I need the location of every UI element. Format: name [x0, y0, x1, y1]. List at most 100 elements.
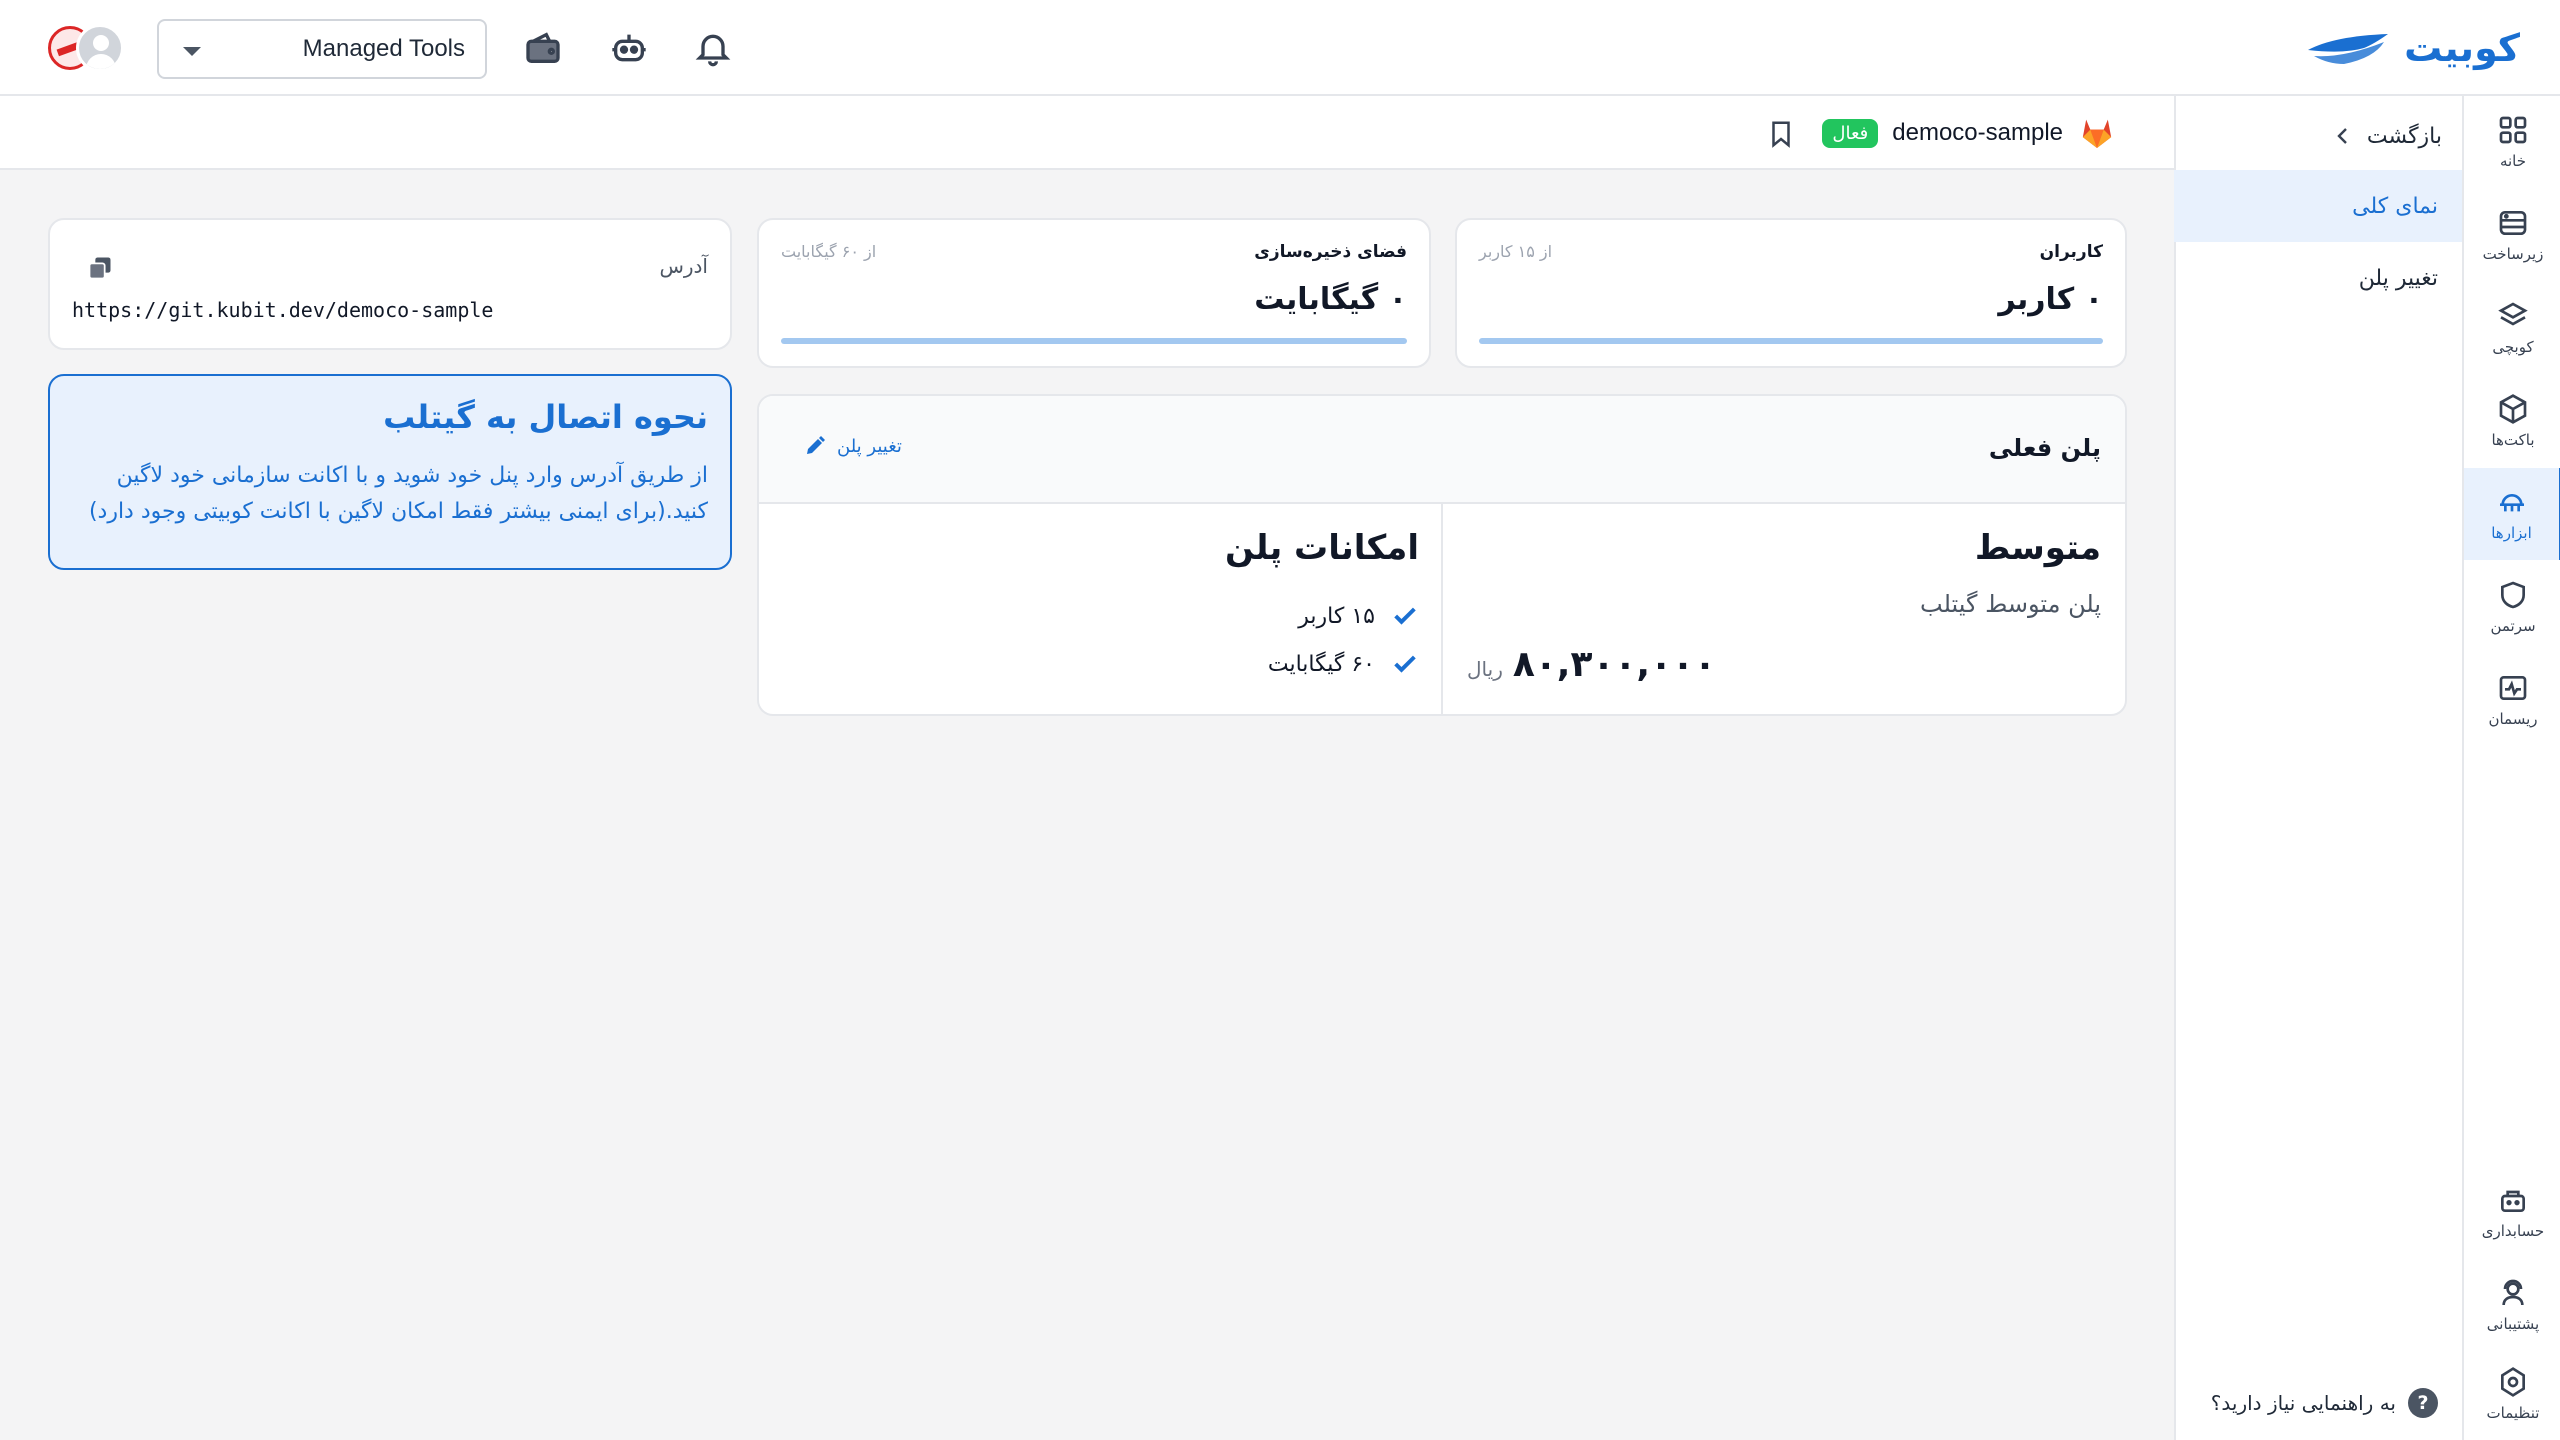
info-title: نحوه اتصال به گیتلب — [383, 398, 708, 436]
tool-submenu: بازگشت نمای کلی تغییر پلن ? به راهنمایی … — [2174, 96, 2462, 1440]
change-plan-button[interactable]: تغییر پلن — [803, 434, 902, 458]
avatar — [76, 24, 124, 72]
help-link[interactable]: ? به راهنمایی نیاز دارید؟ — [2211, 1388, 2438, 1418]
address-label: آدرس — [659, 254, 708, 278]
stat-limit: از ۱۵ کاربر — [1479, 242, 1553, 261]
server-icon — [2499, 211, 2527, 235]
bookmark-button[interactable] — [1766, 118, 1796, 150]
service-title: democo-sample فعال — [1822, 112, 2117, 154]
rail-item-risman[interactable]: ریسمان — [2464, 654, 2560, 746]
tools-icon — [2499, 494, 2524, 512]
service-name: democo-sample — [1892, 119, 2063, 146]
support-icon — [2502, 1279, 2524, 1306]
rail-item-label: پشتیبانی — [2486, 1315, 2540, 1333]
stat-value: ۰ گیگابایت — [1254, 282, 1407, 317]
address-card: آدرس https://git.kubit.dev/democo-sample — [48, 218, 732, 350]
rail-item-tools[interactable]: ابزارها — [2464, 468, 2560, 560]
rail-item-label: تنظیمات — [2486, 1404, 2540, 1422]
rail-item-label: ریسمان — [2488, 710, 2538, 728]
rail-item-home[interactable]: خانه — [2464, 96, 2560, 188]
pencil-icon — [807, 436, 825, 454]
rail-item-label: خانه — [2499, 152, 2527, 170]
service-subheader: democo-sample فعال — [0, 96, 2174, 170]
rail-item-label: سرتمن — [2490, 617, 2536, 635]
notifications-button[interactable] — [693, 28, 733, 68]
rail-item-label: باکت‌ها — [2491, 431, 2535, 449]
layers-icon — [2498, 302, 2528, 326]
plan-details: متوسط پلن متوسط گیتلب ۸۰,۳۰۰,۰۰۰ ریال — [1441, 504, 2125, 714]
assistant-button[interactable] — [609, 28, 649, 68]
features-title: امکانات پلن — [1224, 528, 1419, 568]
accounting-icon — [2501, 1190, 2525, 1212]
plan-name: متوسط — [1974, 528, 2101, 568]
top-header: کوبیت Managed Tools — [0, 0, 2560, 96]
rail-item-label: حسابداری — [2481, 1222, 2545, 1240]
question-icon: ? — [2408, 1388, 2438, 1418]
rail-item-buckets[interactable]: باکت‌ها — [2464, 375, 2560, 467]
copy-address-button[interactable] — [86, 254, 114, 282]
plan-header-title: پلن فعلی — [1988, 434, 2101, 462]
bookmark-icon — [1772, 121, 1790, 148]
submenu-item-overview[interactable]: نمای کلی — [2174, 170, 2462, 242]
organization-select-value: Managed Tools — [302, 35, 465, 62]
back-link[interactable]: بازگشت — [2331, 112, 2442, 160]
stat-value: ۰ کاربر — [1998, 282, 2103, 317]
plan-card-header: پلن فعلی تغییر پلن — [759, 396, 2125, 504]
rail-item-sartaman[interactable]: سرتمن — [2464, 561, 2560, 653]
price-currency: ریال — [1467, 657, 1503, 681]
rail-item-label: زیرساخت — [2482, 245, 2544, 263]
robot-icon — [612, 34, 646, 62]
submenu-item-label: تغییر پلن — [2358, 265, 2438, 291]
storage-progress-bar — [781, 338, 1407, 344]
wallet-button[interactable] — [523, 28, 563, 68]
rail-item-kubchi[interactable]: کوبچی — [2464, 282, 2560, 374]
pulse-icon — [2499, 676, 2527, 700]
shield-icon — [2501, 581, 2525, 609]
info-body: از طریق آدرس وارد پنل خود شوید و با اکان… — [88, 463, 708, 524]
home-grid-icon — [2499, 116, 2527, 144]
check-icon — [1394, 607, 1416, 625]
user-menu[interactable] — [48, 24, 124, 72]
rail-item-settings[interactable]: تنظیمات — [2464, 1348, 2560, 1440]
chevron-down-icon — [183, 47, 201, 56]
rail-item-infrastructure[interactable]: زیرساخت — [2464, 189, 2560, 281]
feature-label: ۱۵ کاربر — [1298, 603, 1375, 629]
gitlab-connection-info: نحوه اتصال به گیتلب از طریق آدرس وارد پن… — [48, 374, 732, 570]
rail-item-accounting[interactable]: حسابداری — [2464, 1166, 2560, 1258]
rail-item-support[interactable]: پشتیبانی — [2464, 1259, 2560, 1351]
rail-item-label: کوبچی — [2492, 338, 2534, 356]
bell-icon — [695, 34, 731, 67]
stat-limit: از ۶۰ گیگابایت — [781, 242, 877, 261]
feature-item: ۶۰ گیگابایت — [1268, 650, 1419, 678]
rail-item-label: ابزارها — [2491, 524, 2532, 542]
submenu-item-change-plan[interactable]: تغییر پلن — [2174, 242, 2462, 314]
current-plan-card: پلن فعلی تغییر پلن متوسط پلن متوسط گیتلب… — [757, 394, 2127, 716]
plan-features: امکانات پلن ۱۵ کاربر ۶۰ گیگابایت — [759, 504, 1443, 714]
chevron-left-icon — [2337, 128, 2347, 144]
plan-price: ۸۰,۳۰۰,۰۰۰ ریال — [1467, 644, 1716, 685]
price-value: ۸۰,۳۰۰,۰۰۰ — [1512, 644, 1716, 685]
wallet-icon — [526, 32, 560, 63]
change-plan-label: تغییر پلن — [837, 435, 902, 457]
users-stat-card: کاربران از ۱۵ کاربر ۰ کاربر — [1455, 218, 2127, 368]
main-rail: خانه زیرساخت کوبچی باکت‌ها ابزارها سرتمن… — [2462, 96, 2560, 1440]
plan-description: پلن متوسط گیتلب — [1920, 590, 2101, 618]
feature-label: ۶۰ گیگابایت — [1267, 651, 1375, 677]
stat-title: فضای ذخیره‌سازی — [1254, 242, 1407, 262]
copy-icon — [88, 257, 111, 280]
users-progress-bar — [1479, 338, 2103, 344]
back-label: بازگشت — [2366, 123, 2442, 149]
stat-title: کاربران — [2039, 242, 2103, 262]
check-icon — [1394, 655, 1416, 673]
feature-item: ۱۵ کاربر — [1298, 602, 1419, 630]
logo-ship-icon — [2308, 34, 2389, 64]
kubit-logo[interactable]: کوبیت — [2304, 24, 2520, 72]
settings-icon — [2501, 1367, 2525, 1397]
status-badge: فعال — [1822, 118, 1879, 148]
submenu-item-label: نمای کلی — [2352, 193, 2438, 219]
box-icon — [2499, 394, 2527, 424]
logo-text: کوبیت — [2404, 26, 2520, 70]
gitlab-icon — [2082, 119, 2112, 148]
address-value[interactable]: https://git.kubit.dev/democo-sample — [72, 298, 493, 322]
organization-select[interactable]: Managed Tools — [157, 19, 487, 79]
